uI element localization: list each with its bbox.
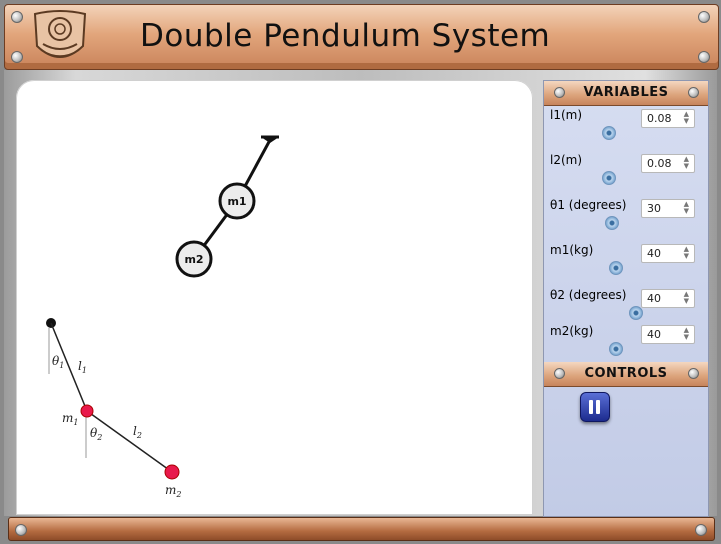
var-label-theta2: θ2 (degrees) xyxy=(550,288,627,302)
controls-header: CONTROLS xyxy=(544,362,708,387)
institute-emblem-icon xyxy=(33,10,87,58)
theta1-input[interactable]: 30 ▲ ▼ xyxy=(641,199,695,218)
pause-icon xyxy=(596,400,600,414)
m2-input[interactable]: 40 ▲ ▼ xyxy=(641,325,695,344)
rivet-icon xyxy=(15,524,27,536)
m2-slider-handle[interactable] xyxy=(609,342,623,356)
m1-input[interactable]: 40 ▲ ▼ xyxy=(641,244,695,263)
reference-diagram: θ1 l1 m1 θ2 l2 m2 xyxy=(46,318,181,499)
bob-m1-label: m1 xyxy=(227,195,246,208)
rivet-icon xyxy=(688,87,699,98)
pause-button[interactable] xyxy=(580,392,610,422)
spinner-arrows-icon[interactable]: ▲ ▼ xyxy=(684,111,689,125)
m1-slider-handle[interactable] xyxy=(609,261,623,275)
spinner-arrows-icon[interactable]: ▲ ▼ xyxy=(684,201,689,215)
rivet-icon xyxy=(688,368,699,379)
theta1-symbol: θ1 xyxy=(52,354,64,370)
bob-m2[interactable]: m2 xyxy=(175,240,213,278)
l1-symbol: l1 xyxy=(78,359,87,375)
title-bar: Double Pendulum System xyxy=(4,4,719,70)
diagram-mass-1 xyxy=(80,404,94,418)
theta2-value: 40 xyxy=(647,292,661,305)
simulation-canvas[interactable]: m1 m2 θ1 l1 m1 θ2 l2 m2 xyxy=(16,80,533,515)
page-title: Double Pendulum System xyxy=(140,18,551,54)
sidebar-panel: VARIABLES l1(m) 0.08 ▲ ▼ l2(m) 0.08 ▲ ▼ θ1… xyxy=(543,80,709,517)
simulation-drawing: m1 m2 θ1 l1 m1 θ2 l2 m2 xyxy=(46,135,279,499)
spinner-arrows-icon[interactable]: ▲ ▼ xyxy=(684,246,689,260)
bob-m1[interactable]: m1 xyxy=(218,182,256,220)
var-label-m1: m1(kg) xyxy=(550,243,594,257)
variables-heading: VARIABLES xyxy=(583,85,669,100)
l2-input[interactable]: 0.08 ▲ ▼ xyxy=(641,154,695,173)
var-label-m2: m2(kg) xyxy=(550,324,594,338)
l1-input[interactable]: 0.08 ▲ ▼ xyxy=(641,109,695,128)
rivet-icon xyxy=(11,11,23,23)
spinner-arrows-icon[interactable]: ▲ ▼ xyxy=(684,327,689,341)
rivet-icon xyxy=(11,51,23,63)
theta2-symbol: θ2 xyxy=(90,426,102,442)
spinner-arrows-icon[interactable]: ▲ ▼ xyxy=(684,291,689,305)
diagram-mass-2 xyxy=(164,464,180,480)
var-label-l2: l2(m) xyxy=(550,153,583,167)
m1-value: 40 xyxy=(647,247,661,260)
m2-value: 40 xyxy=(647,328,661,341)
rivet-icon xyxy=(695,524,707,536)
var-label-l1: l1(m) xyxy=(550,108,583,122)
var-label-theta1: θ1 (degrees) xyxy=(550,198,627,212)
theta2-input[interactable]: 40 ▲ ▼ xyxy=(641,289,695,308)
m2-symbol: m2 xyxy=(165,483,181,499)
theta2-slider-handle[interactable] xyxy=(629,306,643,320)
controls-heading: CONTROLS xyxy=(584,366,668,381)
l2-value: 0.08 xyxy=(647,157,672,170)
pause-icon xyxy=(589,400,593,414)
l2-slider-handle[interactable] xyxy=(602,171,616,185)
spinner-arrows-icon[interactable]: ▲ ▼ xyxy=(684,156,689,170)
rivet-icon xyxy=(698,51,710,63)
rivet-icon xyxy=(698,11,710,23)
bob-m2-label: m2 xyxy=(184,253,203,266)
app-frame: Double Pendulum System m1 m2 θ1 l1 m1 θ2… xyxy=(0,0,721,544)
theta1-value: 30 xyxy=(647,202,661,215)
l1-slider-handle[interactable] xyxy=(602,126,616,140)
bottom-bar xyxy=(8,517,715,541)
l2-symbol: l2 xyxy=(133,424,142,440)
m1-symbol: m1 xyxy=(62,411,78,427)
variables-header: VARIABLES xyxy=(544,81,708,106)
l1-value: 0.08 xyxy=(647,112,672,125)
theta1-slider-handle[interactable] xyxy=(605,216,619,230)
